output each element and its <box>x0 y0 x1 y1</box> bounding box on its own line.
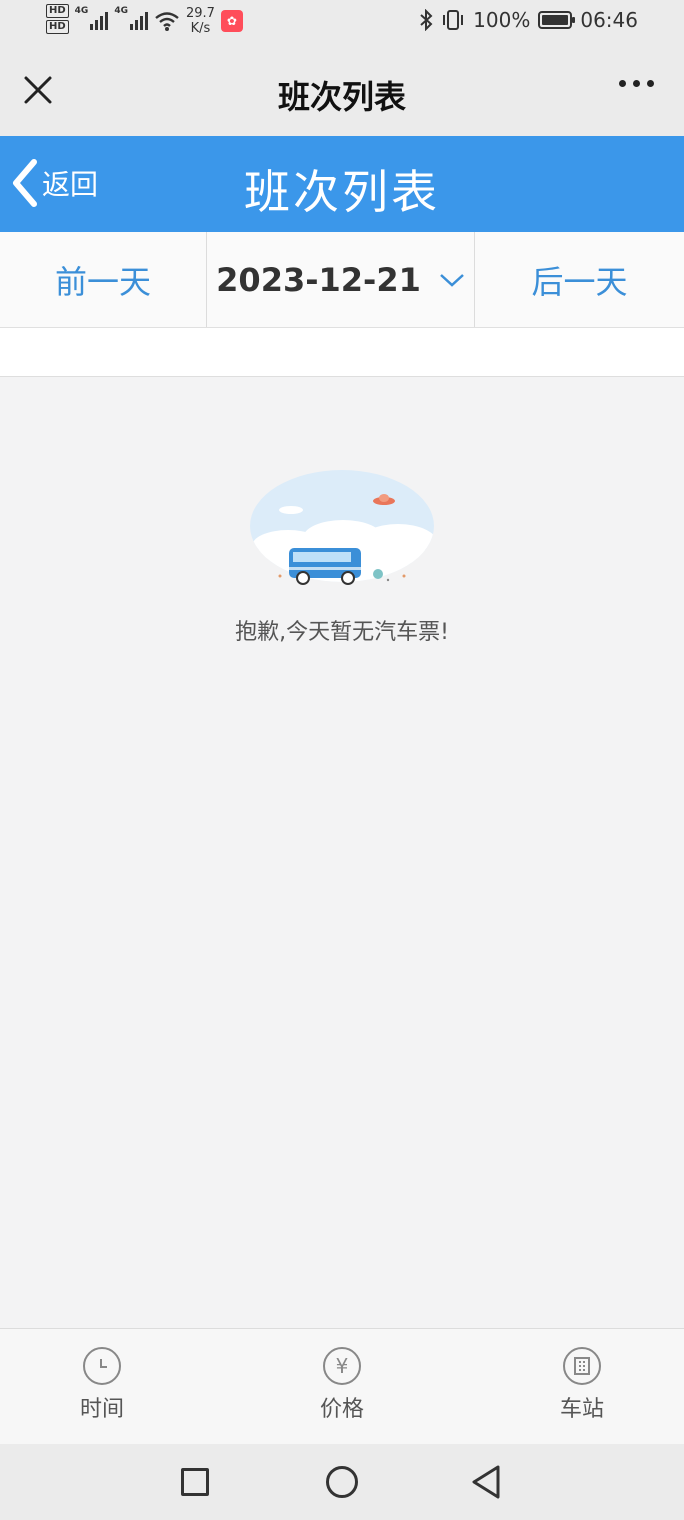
network-speed: 29.7 K/s <box>186 6 215 36</box>
system-nav-bar <box>0 1444 684 1520</box>
chevron-down-icon <box>440 273 464 287</box>
speed-unit: K/s <box>190 21 211 36</box>
tab-station-label: 车站 <box>559 1397 604 1422</box>
status-right: 100% 06:46 <box>419 8 638 32</box>
prev-day-button[interactable]: 前一天 <box>0 232 206 327</box>
filter-strip <box>0 328 684 377</box>
app-title-bar: 班次列表 <box>0 46 684 136</box>
tab-price[interactable]: ¥ 价格 <box>282 1347 402 1423</box>
network-type-2: 4G <box>114 6 128 16</box>
empty-bus-illustration <box>250 470 434 585</box>
signal-2-icon: 4G <box>114 4 148 30</box>
building-icon <box>563 1347 601 1385</box>
more-options-button[interactable] <box>619 80 654 87</box>
tab-time[interactable]: 时间 <box>42 1347 162 1423</box>
recents-button[interactable] <box>181 1468 209 1496</box>
battery-icon <box>538 11 576 29</box>
empty-message: 抱歉,今天暂无汽车票! <box>235 620 449 645</box>
system-back-icon[interactable] <box>470 1464 502 1500</box>
bluetooth-icon <box>420 9 433 31</box>
app-notification-icon: ✿ <box>220 10 243 32</box>
clock-time: 06:46 <box>580 8 638 32</box>
next-day-button[interactable]: 后一天 <box>474 232 684 327</box>
hd-badge-1: HD <box>46 4 69 18</box>
date-navigation: 前一天 2023-12-21 后一天 <box>0 232 684 328</box>
hd-indicators: HD HD <box>46 4 69 34</box>
wifi-icon <box>155 12 179 31</box>
current-date: 2023-12-21 <box>216 260 421 299</box>
yen-icon: ¥ <box>323 1347 361 1385</box>
bottom-tab-bar: 时间 ¥ 价格 车站 <box>0 1328 684 1444</box>
home-button[interactable] <box>326 1466 358 1498</box>
clock-icon <box>83 1347 121 1385</box>
page-header: 返回 班次列表 <box>0 136 684 232</box>
battery-percent: 100% <box>473 8 531 32</box>
date-picker[interactable]: 2023-12-21 <box>206 232 474 327</box>
dot-icon <box>619 80 626 87</box>
network-type-1: 4G <box>74 6 89 16</box>
hd-badge-2: HD <box>46 20 69 34</box>
tab-price-label: 价格 <box>319 1397 364 1422</box>
tab-time-label: 时间 <box>79 1397 124 1422</box>
dot-icon <box>647 80 654 87</box>
status-bar: HD HD 4G 4G 29.7 K/s ✿ 100% 06:46 <box>0 0 684 46</box>
dot-icon <box>633 80 640 87</box>
speed-value: 29.7 <box>185 6 215 21</box>
app-title: 班次列表 <box>277 78 406 116</box>
vibrate-icon <box>443 10 464 30</box>
signal-1-icon: 4G <box>75 4 109 30</box>
status-left: HD HD 4G 4G 29.7 K/s ✿ <box>46 4 243 36</box>
tab-station[interactable]: 车站 <box>522 1347 642 1423</box>
battery-fill <box>542 15 569 25</box>
page-title: 班次列表 <box>244 165 440 219</box>
